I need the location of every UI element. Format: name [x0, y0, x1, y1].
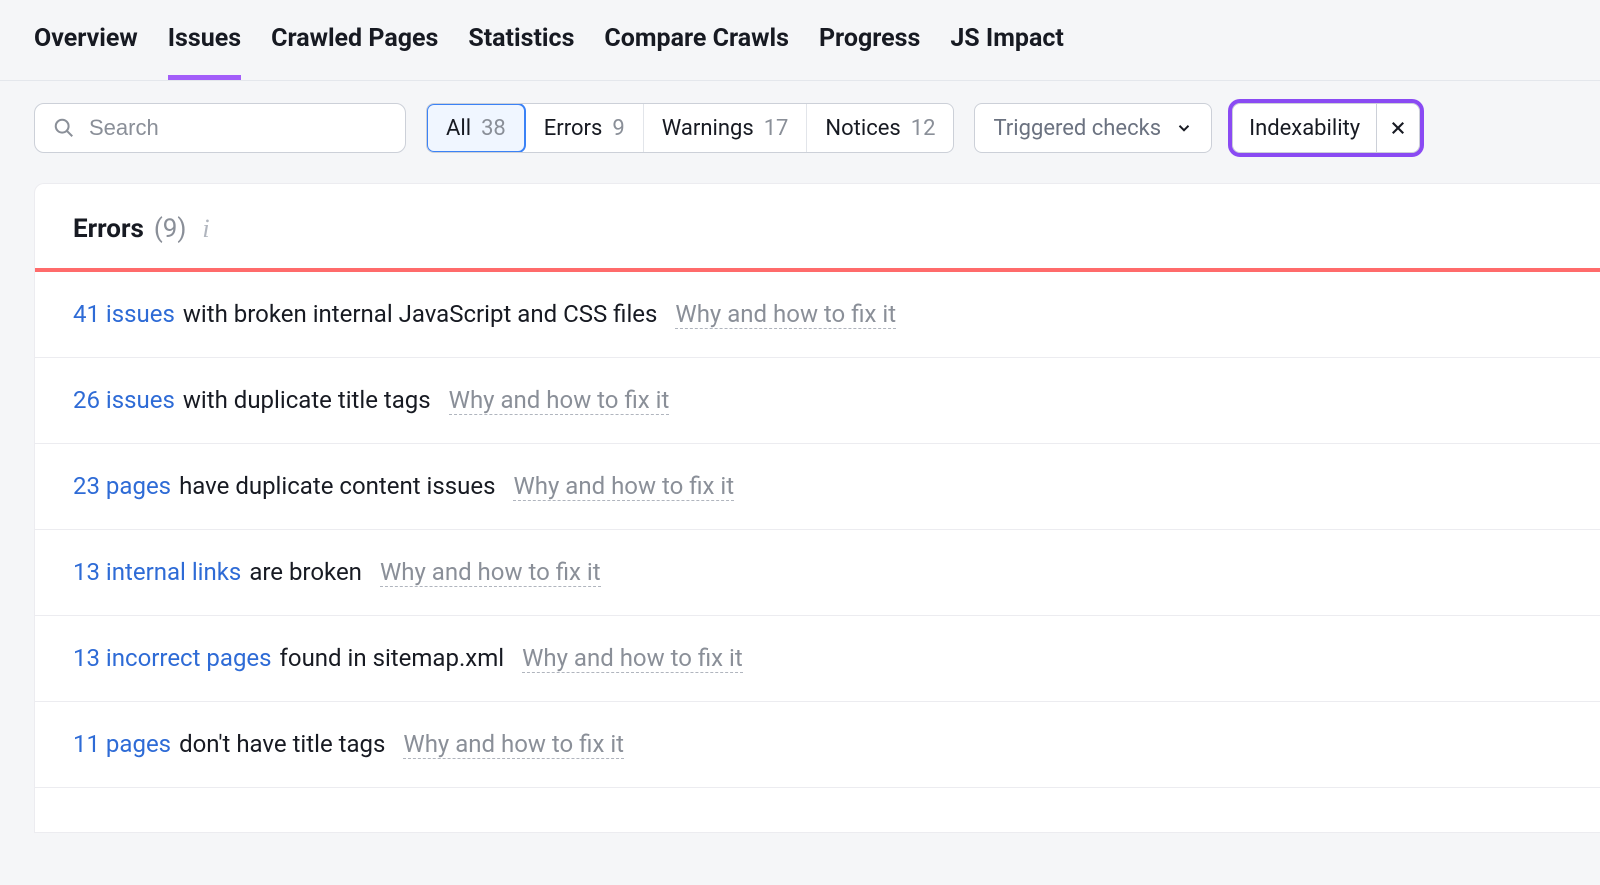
issue-text: with duplicate title tags — [183, 386, 431, 414]
tab-compare-crawls[interactable]: Compare Crawls — [604, 24, 789, 80]
chevron-down-icon — [1175, 119, 1193, 137]
issue-row: 13 incorrect pages found in sitemap.xml … — [35, 616, 1600, 702]
fix-link[interactable]: Why and how to fix it — [403, 730, 624, 759]
filter-notices[interactable]: Notices 12 — [807, 104, 953, 152]
issue-text: don't have title tags — [179, 730, 385, 758]
search-input[interactable] — [89, 115, 387, 141]
issue-link[interactable]: 13 incorrect pages — [73, 644, 272, 672]
tab-progress[interactable]: Progress — [819, 24, 920, 80]
indexability-chip[interactable]: Indexability — [1232, 103, 1420, 153]
issue-link[interactable]: 23 pages — [73, 472, 171, 500]
filters-row: All 38 Errors 9 Warnings 17 Notices 12 T… — [0, 81, 1600, 175]
chip-remove[interactable] — [1377, 104, 1419, 152]
issue-link[interactable]: 26 issues — [73, 386, 175, 414]
tabs-nav: Overview Issues Crawled Pages Statistics… — [0, 0, 1600, 81]
tab-js-impact[interactable]: JS Impact — [950, 24, 1063, 80]
search-box[interactable] — [34, 103, 406, 153]
issue-text: have duplicate content issues — [179, 472, 495, 500]
errors-panel: Errors (9) i 41 issues with broken inter… — [34, 183, 1600, 833]
filter-errors-count: 9 — [612, 116, 624, 141]
filter-notices-count: 12 — [911, 116, 936, 141]
tab-statistics[interactable]: Statistics — [468, 24, 574, 80]
dropdown-label: Triggered checks — [993, 116, 1161, 141]
fix-link[interactable]: Why and how to fix it — [675, 300, 896, 329]
filter-warnings-label: Warnings — [662, 116, 754, 141]
tab-issues[interactable]: Issues — [168, 24, 241, 80]
filter-notices-label: Notices — [825, 116, 900, 141]
issue-link[interactable]: 11 pages — [73, 730, 171, 758]
filter-all-count: 38 — [481, 116, 506, 141]
triggered-checks-dropdown[interactable]: Triggered checks — [974, 103, 1212, 153]
filter-errors-label: Errors — [544, 116, 603, 141]
fix-link[interactable]: Why and how to fix it — [449, 386, 670, 415]
panel-title: Errors — [73, 214, 144, 244]
issue-text: found in sitemap.xml — [280, 644, 505, 672]
close-icon — [1389, 119, 1407, 137]
issue-text: with broken internal JavaScript and CSS … — [183, 300, 658, 328]
issue-type-filter: All 38 Errors 9 Warnings 17 Notices 12 — [426, 103, 954, 153]
fix-link[interactable]: Why and how to fix it — [513, 472, 734, 501]
tab-crawled-pages[interactable]: Crawled Pages — [271, 24, 438, 80]
issue-row: 13 internal links are broken Why and how… — [35, 530, 1600, 616]
chip-label: Indexability — [1233, 104, 1377, 152]
fix-link[interactable]: Why and how to fix it — [380, 558, 601, 587]
issue-row: 41 issues with broken internal JavaScrip… — [35, 272, 1600, 358]
filter-all[interactable]: All 38 — [426, 103, 526, 153]
panel-count: (9) — [154, 214, 187, 244]
info-icon[interactable]: i — [202, 214, 209, 244]
tab-overview[interactable]: Overview — [34, 24, 138, 80]
filter-errors[interactable]: Errors 9 — [526, 104, 644, 152]
issue-row: 23 pages have duplicate content issues W… — [35, 444, 1600, 530]
issue-link[interactable]: 13 internal links — [73, 558, 241, 586]
panel-header: Errors (9) i — [35, 184, 1600, 268]
issue-link[interactable]: 41 issues — [73, 300, 175, 328]
search-icon — [53, 117, 75, 139]
fix-link[interactable]: Why and how to fix it — [522, 644, 743, 673]
issue-row: 26 issues with duplicate title tags Why … — [35, 358, 1600, 444]
issue-row: 11 pages don't have title tags Why and h… — [35, 702, 1600, 788]
filter-all-label: All — [446, 116, 471, 141]
issue-text: are broken — [249, 558, 362, 586]
filter-warnings[interactable]: Warnings 17 — [644, 104, 808, 152]
filter-warnings-count: 17 — [764, 116, 789, 141]
